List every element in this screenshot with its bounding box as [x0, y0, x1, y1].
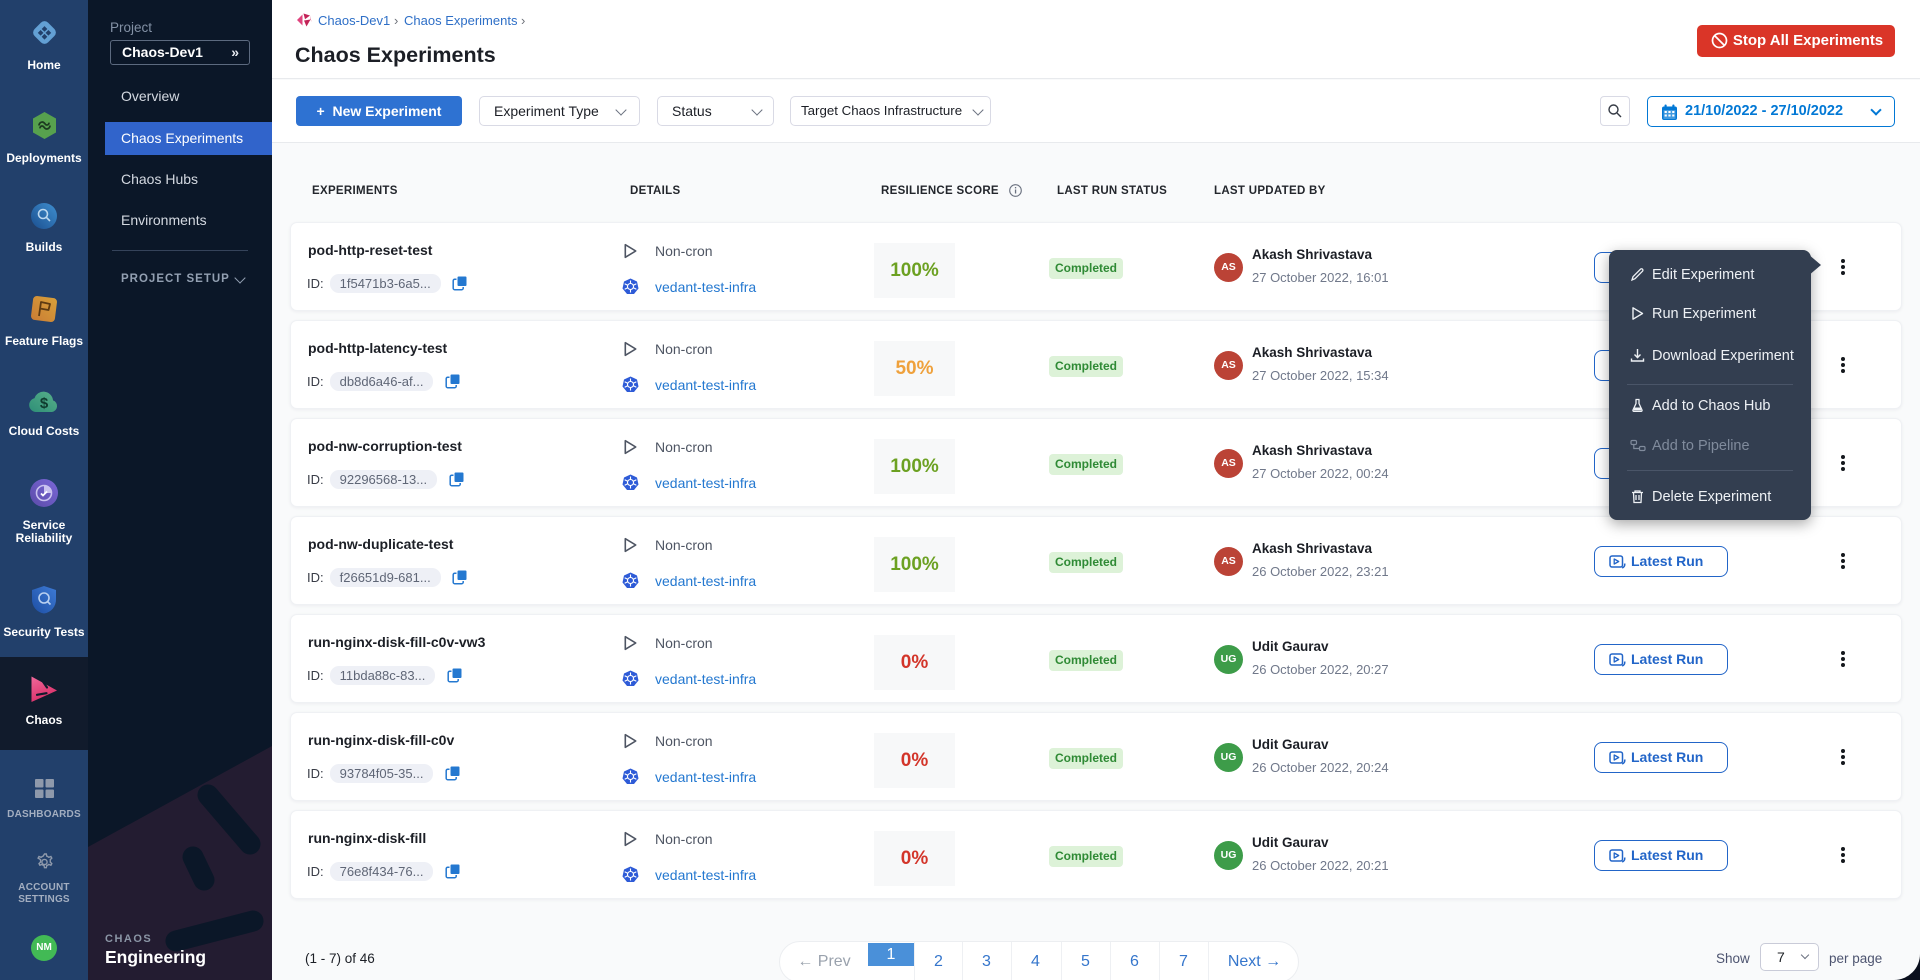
svg-text:$: $	[40, 395, 49, 412]
